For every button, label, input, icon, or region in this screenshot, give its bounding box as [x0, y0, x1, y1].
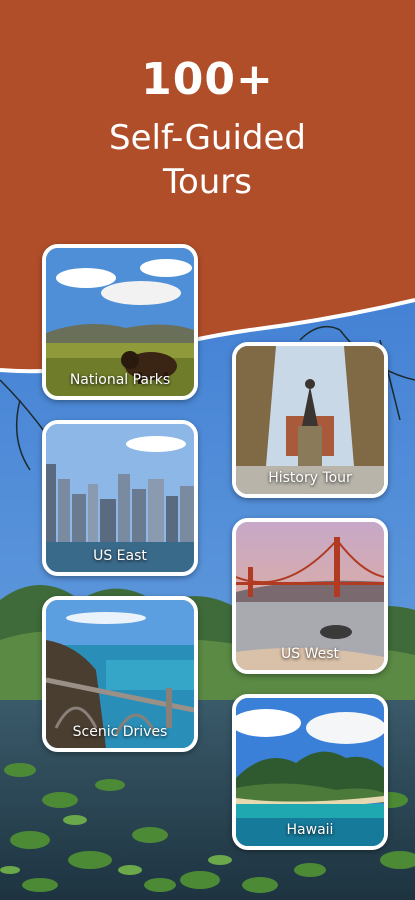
tour-card-scenic-drives[interactable]: Scenic Drives	[42, 596, 198, 752]
tour-card-hawaii[interactable]: Hawaii	[232, 694, 388, 850]
tour-label-hawaii: Hawaii	[286, 822, 334, 838]
tour-card-national-parks[interactable]: National Parks	[42, 244, 198, 400]
headline: 100+ Self-Guided Tours	[0, 52, 415, 204]
tour-label-us-west: US West	[280, 646, 339, 662]
tour-card-history-tour[interactable]: History Tour	[232, 342, 388, 498]
tour-count: 100+	[141, 54, 274, 105]
tour-card-us-east[interactable]: US East	[42, 420, 198, 576]
tour-label-scenic-drives: Scenic Drives	[72, 724, 168, 740]
subtitle-line-2: Tours	[162, 162, 253, 202]
subtitle-line-1: Self-Guided	[109, 118, 306, 158]
tour-label-history-tour: History Tour	[268, 470, 352, 486]
tour-label-us-east: US East	[93, 548, 147, 564]
tour-label-national-parks: National Parks	[69, 372, 171, 388]
tour-card-us-west[interactable]: US West	[232, 518, 388, 674]
